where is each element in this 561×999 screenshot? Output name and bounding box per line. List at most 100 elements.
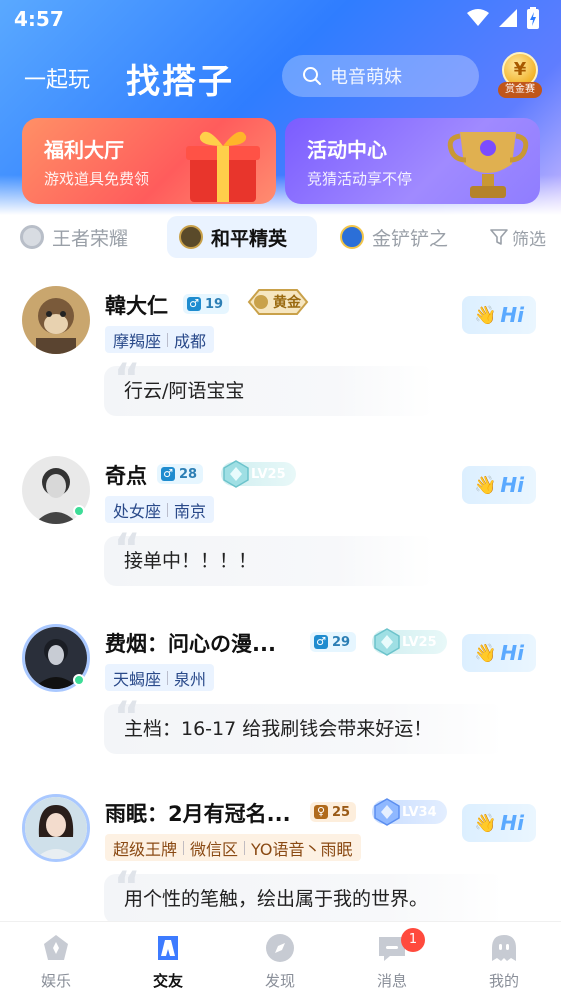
male-icon: ♂: [187, 297, 201, 311]
tag: 摩羯座: [113, 331, 162, 351]
age-value: 29: [332, 634, 351, 650]
nav-profile[interactable]: 我的: [464, 932, 544, 991]
tab-peace-elite[interactable]: 和平精英: [167, 216, 317, 258]
user-name: 韓大仁: [105, 294, 168, 318]
bio-text: 行云/阿语宝宝: [124, 380, 245, 402]
nav-label: 发现: [264, 972, 295, 990]
banner-title: 福利大厅: [44, 138, 124, 162]
filter-icon: [490, 229, 508, 245]
gender-age-badge: ♂ 29: [310, 632, 357, 652]
male-icon: ♂: [314, 635, 328, 649]
user-bio: “ 用个性的笔触，绘出属于我的世界。: [104, 864, 504, 924]
online-indicator: [73, 505, 85, 517]
tag-divider: [167, 332, 169, 347]
social-icon: [158, 936, 178, 960]
gem-icon: [374, 628, 400, 656]
search-input[interactable]: 电音萌妹: [282, 55, 479, 97]
nav-label: 娱乐: [40, 972, 71, 990]
gift-box-icon: [186, 131, 260, 202]
age-value: 28: [179, 466, 198, 482]
avatar[interactable]: [22, 794, 90, 862]
quote-icon: “: [114, 694, 141, 740]
nav-label: 交友: [152, 972, 183, 990]
user-name: 费烟：问心の漫...: [105, 632, 276, 656]
say-hi-button[interactable]: 👋 Hi: [462, 296, 536, 334]
user-card[interactable]: 韓大仁 ♂ 19 黄金 摩羯座 成都 👋 Hi “ 行云/阿语宝宝: [0, 286, 561, 446]
search-icon: [303, 67, 321, 85]
game-category-tabs: 王者荣耀 和平精英 金铲铲之 筛选: [0, 216, 561, 260]
user-tags: 超级王牌 微信区 YO语音丶雨眠: [105, 834, 361, 861]
tab-honor-of-kings[interactable]: 王者荣耀: [20, 216, 128, 258]
tag: 天蝎座: [113, 669, 162, 689]
user-bio: “ 主档：16-17 给我刷钱会带来好运！: [104, 694, 504, 754]
say-hi-button[interactable]: 👋 Hi: [462, 466, 536, 504]
peace-elite-icon: [179, 225, 203, 249]
age-value: 25: [332, 804, 351, 820]
waving-hand-icon: 👋: [473, 642, 497, 664]
trophy-icon: [447, 132, 529, 198]
nav-social[interactable]: 交友: [128, 932, 208, 991]
nav-messages[interactable]: 1 消息: [352, 928, 432, 991]
entertainment-icon: [44, 935, 68, 960]
activity-center-banner[interactable]: 活动中心 竞猜活动享不停: [285, 118, 540, 204]
bio-text: 主档：16-17 给我刷钱会带来好运！: [124, 718, 433, 740]
say-hi-button[interactable]: 👋 Hi: [462, 804, 536, 842]
user-tags: 天蝎座 泉州: [105, 664, 215, 691]
level-badge: LV34: [372, 798, 447, 826]
honor-of-kings-icon: [20, 225, 44, 249]
quote-icon: “: [114, 526, 141, 572]
tab-label: 和平精英: [211, 227, 288, 250]
waving-hand-icon: 👋: [473, 304, 497, 326]
waving-hand-icon: 👋: [473, 812, 497, 834]
banner-subtitle: 竞猜活动享不停: [307, 170, 413, 188]
play-together-tab[interactable]: 一起玩: [24, 62, 90, 94]
online-indicator: [73, 674, 85, 686]
avatar-image: [22, 286, 90, 354]
bounty-contest-button[interactable]: ¥ 赏金赛: [498, 52, 542, 100]
filter-button[interactable]: 筛选: [476, 216, 546, 258]
filter-label: 筛选: [512, 229, 546, 250]
tag: 超级王牌: [113, 839, 178, 859]
tag: YO语音丶雨眠: [251, 839, 353, 859]
user-card[interactable]: 奇点 ♂ 28 LV25 处女座 南京 👋 Hi “ 接单中！！！！: [0, 456, 561, 616]
nav-entertainment[interactable]: 娱乐: [16, 932, 96, 991]
bottom-navigation: 娱乐 交友 发现 1 消息 我的: [0, 921, 561, 999]
unread-badge: 1: [401, 928, 425, 952]
gender-age-badge: ♀ 25: [310, 802, 357, 822]
tab-label: 金铲铲之: [372, 227, 449, 250]
hi-label: Hi: [500, 473, 524, 497]
nav-label: 消息: [376, 972, 407, 990]
level-badge: LV25: [221, 460, 296, 488]
banner-title: 活动中心: [307, 138, 387, 162]
male-icon: ♂: [161, 467, 175, 481]
status-icons: [467, 7, 539, 29]
hi-label: Hi: [500, 811, 524, 835]
golden-spatula-icon: [340, 225, 364, 249]
avatar[interactable]: [22, 286, 90, 354]
tab-golden-spatula[interactable]: 金铲铲之: [340, 216, 448, 258]
bio-text: 用个性的笔触，绘出属于我的世界。: [124, 888, 429, 910]
nav-discover[interactable]: 发现: [240, 932, 320, 991]
user-name: 雨眠：2月有冠名...: [105, 802, 291, 826]
battery-icon: [527, 7, 539, 29]
banner-subtitle: 游戏道具免费领: [44, 170, 150, 188]
tag-divider: [167, 670, 169, 685]
hi-label: Hi: [500, 641, 524, 665]
hi-label: Hi: [500, 303, 524, 327]
age-value: 19: [205, 296, 224, 312]
quote-icon: “: [114, 864, 141, 910]
find-partner-title[interactable]: 找搭子: [126, 54, 234, 103]
nav-label: 我的: [488, 972, 519, 990]
tab-label: 王者荣耀: [52, 227, 129, 250]
waving-hand-icon: 👋: [473, 474, 497, 496]
say-hi-button[interactable]: 👋 Hi: [462, 634, 536, 672]
level-value: LV25: [402, 634, 437, 650]
avatar-image: [25, 797, 87, 859]
user-tags: 处女座 南京: [105, 496, 215, 523]
compass-icon: [266, 934, 294, 962]
tag: 泉州: [174, 669, 207, 689]
user-card[interactable]: 费烟：问心の漫... ♂ 29 LV25 天蝎座 泉州 👋 Hi “ 主档：16…: [0, 624, 561, 784]
tag: 微信区: [190, 839, 239, 859]
welfare-hall-banner[interactable]: 福利大厅 游戏道具免费领: [22, 118, 276, 204]
tag: 成都: [174, 331, 207, 351]
